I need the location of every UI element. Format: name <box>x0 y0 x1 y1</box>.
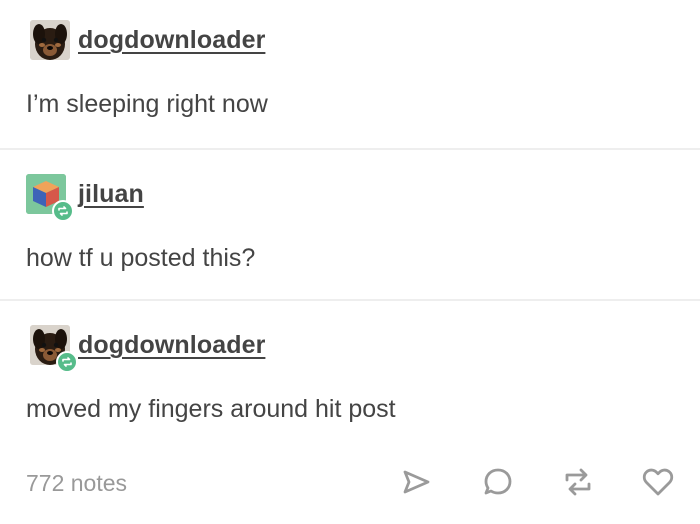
reblog-badge-icon <box>56 351 78 373</box>
post-body-text: moved my fingers around hit post <box>26 395 396 423</box>
username-link[interactable]: dogdownloader <box>78 26 265 55</box>
avatar[interactable] <box>30 325 78 373</box>
post-original: dogdownloader I’m sleeping right now <box>0 0 700 150</box>
username-link[interactable]: dogdownloader <box>78 331 265 360</box>
notes-count[interactable]: 772 notes <box>26 470 127 497</box>
avatar[interactable] <box>26 174 74 222</box>
share-icon[interactable] <box>397 463 435 501</box>
post-reblog: jiluan how tf u posted this? <box>0 150 700 300</box>
dog-avatar-icon <box>30 20 70 60</box>
like-icon[interactable] <box>639 463 677 501</box>
post-body-text: how tf u posted this? <box>26 244 256 272</box>
reply-icon[interactable] <box>479 463 517 501</box>
reblog-badge-icon <box>52 200 74 222</box>
post-body-text: I’m sleeping right now <box>26 90 268 118</box>
username-link[interactable]: jiluan <box>78 180 144 209</box>
reblog-icon[interactable] <box>559 463 597 501</box>
avatar[interactable] <box>30 20 70 60</box>
